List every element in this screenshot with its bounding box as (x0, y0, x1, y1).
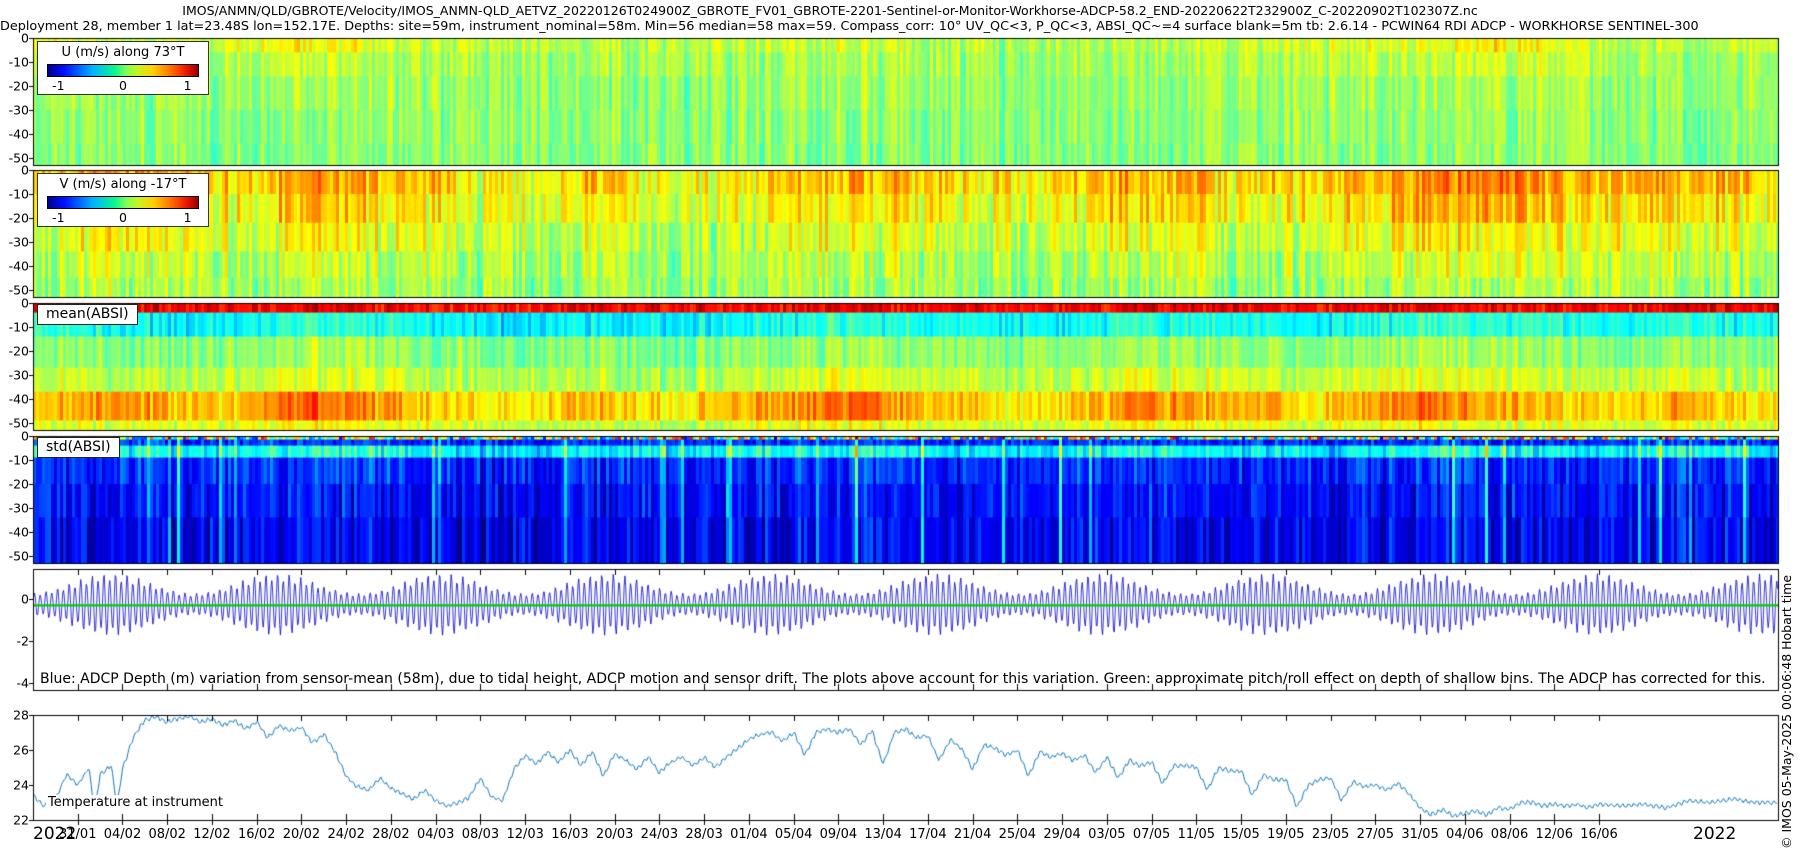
u-colorbar-tick-label: -1 (52, 78, 64, 93)
x-tick-label: 15/05 (1222, 827, 1259, 842)
x-axis-year-right: 2022 (1693, 824, 1736, 844)
y-tick-label: -20 (0, 79, 29, 94)
v-legend-title: V (m/s) along -17°T (38, 174, 208, 192)
x-tick-label: 04/02 (104, 827, 141, 842)
y-tick-label: 0 (0, 296, 29, 311)
u-colorbar-tick-label: 0 (119, 78, 127, 93)
x-tick-label: 08/03 (462, 827, 499, 842)
v-colorbar-legend: V (m/s) along -17°T -1 0 1 (37, 173, 209, 227)
y-tick-label: 0 (0, 429, 29, 444)
temperature-label: Temperature at instrument (46, 795, 225, 810)
x-tick-label: 04/06 (1446, 827, 1483, 842)
x-tick-label: 21/04 (954, 827, 991, 842)
x-tick-label: 13/04 (864, 827, 901, 842)
x-tick-label: 12/03 (506, 827, 543, 842)
x-tick-label: 12/02 (193, 827, 230, 842)
std-absi-label: std(ABSI) (37, 437, 120, 458)
x-tick-label: 16/03 (551, 827, 588, 842)
y-tick-label: -30 (0, 368, 29, 383)
imos-watermark: © IMOS 05-May-2025 00:06:48 Hobart time (1779, 575, 1794, 849)
y-tick-label: -20 (0, 211, 29, 226)
x-tick-label: 20/03 (596, 827, 633, 842)
y-tick-label: -10 (0, 320, 29, 335)
x-tick-label: 28/02 (372, 827, 409, 842)
y-tick-label: -40 (0, 259, 29, 274)
x-tick-label: 11/05 (1178, 827, 1215, 842)
y-tick-label: 0 (0, 592, 29, 607)
y-tick-label: -10 (0, 453, 29, 468)
y-tick-label: -30 (0, 235, 29, 250)
u-colorbar-gradient (47, 64, 199, 77)
x-tick-label: 24/02 (327, 827, 364, 842)
depth-variation-annotation: Blue: ADCP Depth (m) variation from sens… (40, 671, 1766, 687)
u-colorbar-tick-label: 1 (184, 78, 192, 93)
y-tick-label: 0 (0, 31, 29, 46)
y-tick-label: 26 (0, 743, 29, 758)
x-tick-label: 16/06 (1580, 827, 1617, 842)
y-tick-label: -30 (0, 501, 29, 516)
y-tick-label: 22 (0, 813, 29, 828)
plot-canvas (0, 0, 1800, 850)
v-colorbar-tick-label: 0 (119, 210, 127, 225)
v-colorbar-tick-label: 1 (184, 210, 192, 225)
v-colorbar-gradient (47, 196, 199, 209)
y-tick-label: -30 (0, 103, 29, 118)
y-tick-label: -40 (0, 392, 29, 407)
y-tick-label: -50 (0, 549, 29, 564)
x-tick-label: 31/01 (59, 827, 96, 842)
figure-subtitle: Deployment 28, member 1 lat=23.48S lon=1… (0, 19, 1660, 34)
y-tick-label: -10 (0, 55, 29, 70)
u-legend-title: U (m/s) along 73°T (38, 42, 208, 60)
x-tick-label: 12/06 (1536, 827, 1573, 842)
y-tick-label: -20 (0, 477, 29, 492)
x-tick-label: 25/04 (999, 827, 1036, 842)
x-tick-label: 16/02 (238, 827, 275, 842)
x-tick-label: 03/05 (1088, 827, 1125, 842)
x-tick-label: 17/04 (909, 827, 946, 842)
x-tick-label: 20/02 (283, 827, 320, 842)
x-tick-label: 01/04 (730, 827, 767, 842)
y-tick-label: -4 (0, 676, 29, 691)
x-tick-label: 29/04 (1043, 827, 1080, 842)
x-tick-label: 24/03 (641, 827, 678, 842)
y-tick-label: -10 (0, 187, 29, 202)
mean-absi-label: mean(ABSI) (37, 304, 138, 325)
y-tick-label: 28 (0, 708, 29, 723)
y-tick-label: -20 (0, 344, 29, 359)
x-tick-label: 04/03 (417, 827, 454, 842)
x-tick-label: 28/03 (685, 827, 722, 842)
x-tick-label: 27/05 (1357, 827, 1394, 842)
y-tick-label: -40 (0, 525, 29, 540)
y-tick-label: -2 (0, 634, 29, 649)
x-tick-label: 19/05 (1267, 827, 1304, 842)
x-tick-label: 23/05 (1312, 827, 1349, 842)
y-tick-label: 24 (0, 778, 29, 793)
y-tick-label: -40 (0, 127, 29, 142)
x-tick-label: 31/05 (1401, 827, 1438, 842)
u-colorbar-legend: U (m/s) along 73°T -1 0 1 (37, 41, 209, 95)
x-tick-label: 09/04 (820, 827, 857, 842)
x-tick-label: 08/02 (148, 827, 185, 842)
adcp-summary-figure: IMOS/ANMN/QLD/GBROTE/Velocity/IMOS_ANMN-… (0, 0, 1800, 850)
x-tick-label: 05/04 (775, 827, 812, 842)
x-tick-label: 08/06 (1491, 827, 1528, 842)
x-tick-label: 07/05 (1133, 827, 1170, 842)
v-colorbar-tick-label: -1 (52, 210, 64, 225)
figure-title: IMOS/ANMN/QLD/GBROTE/Velocity/IMOS_ANMN-… (0, 3, 1660, 18)
y-tick-label: 0 (0, 163, 29, 178)
